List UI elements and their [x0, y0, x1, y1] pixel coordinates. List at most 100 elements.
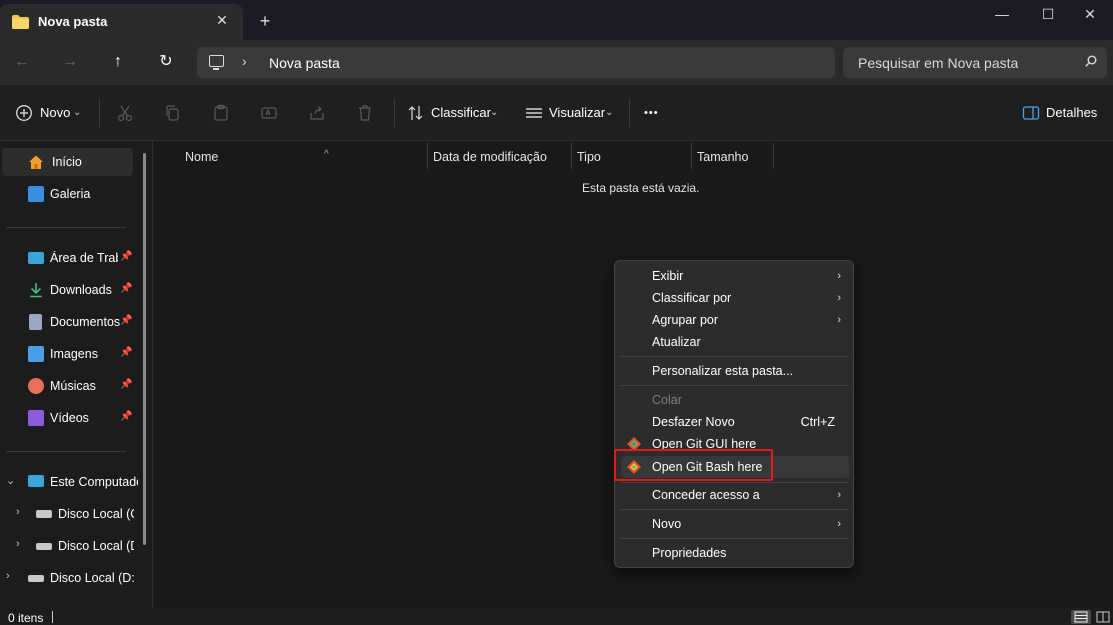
new-chevron-down-icon[interactable]: ⌄: [73, 103, 81, 123]
up-button[interactable]: ↑: [106, 51, 130, 73]
sidebar-divider: [6, 451, 126, 452]
music-icon: [28, 378, 44, 394]
desktop-icon: [28, 252, 44, 264]
chevron-right-icon: ›: [837, 292, 841, 304]
paste-icon[interactable]: [212, 104, 230, 122]
menu-item-novo[interactable]: Novo ›: [621, 513, 849, 535]
address-bar[interactable]: › Nova pasta: [197, 47, 835, 78]
sidebar-item-musicas[interactable]: Músicas 📌: [0, 372, 140, 400]
view-chevron-down-icon[interactable]: ⌄: [605, 103, 613, 123]
breadcrumb-chevron-icon[interactable]: ›: [242, 53, 247, 69]
column-header-data-de-modificacao[interactable]: Data de modificação: [427, 146, 571, 168]
details-button[interactable]: Detalhes: [1046, 103, 1097, 123]
sidebar-item-galeria[interactable]: Galeria: [0, 180, 140, 208]
sort-button[interactable]: Classificar: [431, 103, 491, 123]
sidebar-item-inicio[interactable]: Início: [2, 148, 133, 176]
documents-icon: [29, 314, 42, 330]
drive-icon: [28, 575, 44, 582]
pin-icon[interactable]: 📌: [120, 379, 132, 390]
pin-icon[interactable]: 📌: [120, 315, 132, 326]
menu-item-atualizar[interactable]: Atualizar: [621, 331, 849, 353]
column-header-nome[interactable]: Nome ^: [179, 146, 427, 168]
tab-close-icon[interactable]: ✕: [214, 12, 230, 28]
drive-icon: [36, 543, 52, 550]
pin-icon[interactable]: 📌: [120, 283, 132, 294]
chevron-right-icon[interactable]: ›: [16, 506, 20, 518]
rename-icon[interactable]: [260, 104, 278, 122]
sidebar-item-label: Disco Local (D:): [50, 571, 134, 585]
menu-item-label: Personalizar esta pasta...: [652, 364, 794, 378]
sidebar-item-disco-local-c[interactable]: › Disco Local (C:): [0, 500, 140, 528]
sidebar-item-disco-local-d[interactable]: › Disco Local (D:): [0, 564, 140, 592]
navigation-bar: ← → ↑ ↻ › Nova pasta Pesquisar em Nova p…: [0, 40, 1113, 85]
menu-separator: [621, 356, 849, 357]
search-input[interactable]: Pesquisar em Nova pasta: [843, 47, 1107, 78]
view-button[interactable]: Visualizar: [549, 103, 605, 123]
tab-nova-pasta[interactable]: Nova pasta ✕: [0, 4, 243, 40]
menu-item-conceder-acesso-a[interactable]: Conceder acesso a ›: [621, 484, 849, 506]
videos-icon: [28, 410, 44, 426]
sidebar-item-label: Disco Local (C:): [58, 507, 134, 521]
status-bar: 0 itens: [0, 608, 1113, 625]
menu-item-label: Colar: [652, 393, 682, 407]
cut-icon[interactable]: [116, 104, 134, 122]
column-divider[interactable]: [773, 143, 774, 169]
menu-item-propriedades[interactable]: Propriedades: [621, 542, 849, 564]
share-icon[interactable]: [308, 104, 326, 122]
sidebar-scrollbar[interactable]: [143, 153, 146, 545]
sidebar-item-area-de-trabalho[interactable]: Área de Trabalho 📌: [0, 244, 140, 272]
chevron-right-icon[interactable]: ›: [16, 538, 20, 550]
menu-item-personalizar-esta-pasta[interactable]: Personalizar esta pasta...: [621, 360, 849, 382]
large-icons-view-icon[interactable]: [1093, 610, 1113, 624]
pin-icon[interactable]: 📌: [120, 411, 132, 422]
sidebar-item-este-computador[interactable]: ⌄ Este Computador: [0, 468, 140, 496]
chevron-right-icon: ›: [837, 518, 841, 530]
chevron-right-icon: ›: [837, 489, 841, 501]
menu-item-colar: Colar: [621, 389, 849, 411]
pin-icon[interactable]: 📌: [120, 251, 132, 262]
pin-icon[interactable]: 📌: [120, 347, 132, 358]
menu-separator: [621, 509, 849, 510]
new-button[interactable]: Novo: [40, 103, 70, 123]
forward-button[interactable]: →: [58, 51, 82, 73]
close-window-button[interactable]: ✕: [1067, 2, 1113, 26]
sidebar-item-disco-local-d[interactable]: › Disco Local (D:): [0, 532, 140, 560]
sidebar-item-label: Vídeos: [50, 411, 89, 425]
column-header-tamanho[interactable]: Tamanho: [691, 146, 773, 168]
sidebar-item-label: Músicas: [50, 379, 96, 393]
more-options-button[interactable]: •••: [644, 103, 659, 123]
copy-icon[interactable]: [164, 104, 182, 122]
details-view-icon[interactable]: [1071, 610, 1091, 624]
sidebar-item-documentos[interactable]: Documentos 📌: [0, 308, 140, 336]
back-button[interactable]: ←: [10, 51, 34, 73]
menu-item-label: Agrupar por: [652, 313, 719, 327]
chevron-right-icon: ›: [837, 270, 841, 282]
sidebar-item-label: Este Computador: [50, 475, 138, 489]
toolbar-divider: [99, 99, 100, 127]
sidebar-item-label: Início: [52, 155, 82, 169]
chevron-down-icon[interactable]: ⌄: [6, 474, 15, 487]
new-tab-button[interactable]: +: [256, 12, 274, 30]
item-count: 0 itens: [8, 611, 44, 625]
minimize-button[interactable]: —: [979, 2, 1025, 26]
refresh-button[interactable]: ↻: [154, 51, 178, 73]
menu-item-agrupar-por[interactable]: Agrupar por ›: [621, 309, 849, 331]
delete-icon[interactable]: [356, 104, 374, 122]
toolbar-divider: [629, 99, 630, 127]
sidebar-item-label: Downloads: [50, 283, 112, 297]
column-header-tipo[interactable]: Tipo: [571, 146, 691, 168]
menu-item-exibir[interactable]: Exibir ›: [621, 265, 849, 287]
menu-item-shortcut: Ctrl+Z: [800, 415, 835, 429]
breadcrumb-nova-pasta[interactable]: Nova pasta: [269, 55, 340, 71]
sidebar-item-videos[interactable]: Vídeos 📌: [0, 404, 140, 432]
menu-item-classificar-por[interactable]: Classificar por ›: [621, 287, 849, 309]
sidebar-divider: [6, 227, 126, 228]
sidebar-item-imagens[interactable]: Imagens 📌: [0, 340, 140, 368]
sidebar-item-label: Disco Local (D:): [58, 539, 134, 553]
sidebar-item-downloads[interactable]: Downloads 📌: [0, 276, 140, 304]
menu-item-desfazer-novo[interactable]: Desfazer Novo Ctrl+Z: [621, 411, 849, 433]
tab-title: Nova pasta: [38, 14, 108, 29]
chevron-right-icon[interactable]: ›: [6, 570, 10, 582]
maximize-button[interactable]: ☐: [1025, 2, 1071, 26]
sort-chevron-down-icon[interactable]: ⌄: [490, 103, 498, 123]
